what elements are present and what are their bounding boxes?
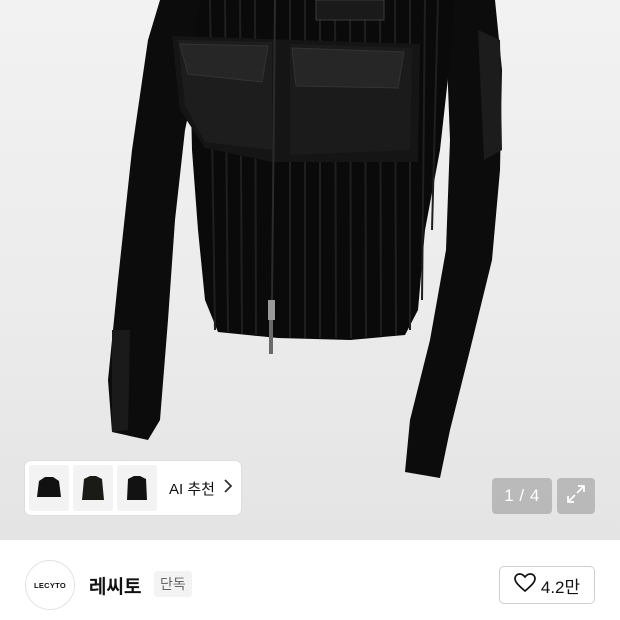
brand-name[interactable]: 레씨토	[89, 572, 141, 599]
like-button[interactable]: 4.2만	[499, 566, 595, 604]
like-count: 4.2만	[540, 577, 581, 597]
image-counter: 1 / 4	[492, 478, 552, 514]
expand-image-button[interactable]	[557, 478, 595, 514]
exclusive-badge: 단독	[154, 571, 192, 597]
product-image	[108, 0, 502, 478]
ai-recommendation-bar[interactable]: AI 추천	[25, 461, 241, 515]
heart-outline-icon	[514, 572, 536, 598]
jacket-thumbnail-1[interactable]	[29, 465, 69, 511]
ai-recommendation-label: AI 추천	[169, 480, 215, 498]
chevron-right-icon	[223, 479, 233, 497]
jacket-thumbnail-3[interactable]	[117, 465, 157, 511]
expand-arrows-icon	[566, 484, 586, 509]
brand-logo[interactable]: LECYTO	[25, 560, 75, 610]
product-image-gallery[interactable]: AI 추천 1 / 4	[0, 0, 620, 540]
jacket-thumbnail-2[interactable]	[73, 465, 113, 511]
brand-logo-text: LECYTO	[33, 580, 67, 590]
